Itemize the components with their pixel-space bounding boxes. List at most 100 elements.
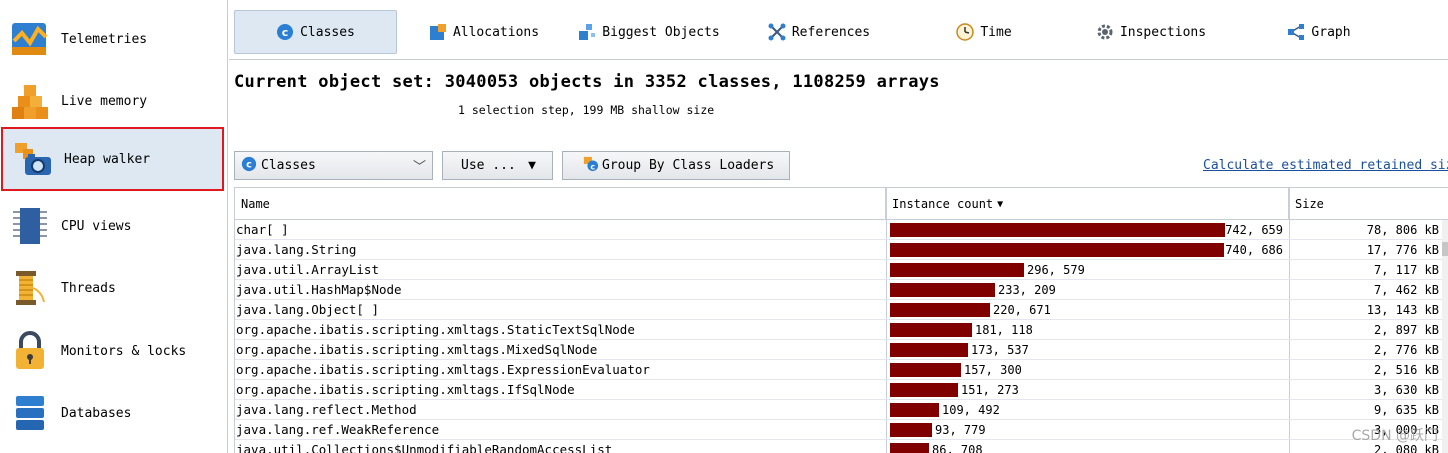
size-cell: 2, 897 kB — [1373, 323, 1439, 337]
view-select[interactable]: c Classes ﹀ — [234, 151, 433, 180]
size-cell: 7, 462 kB — [1373, 283, 1439, 297]
sidebar-item-telemetries[interactable]: Telemetries — [0, 8, 226, 70]
instance-count-cell: 233, 209 — [998, 283, 1056, 297]
instance-count-bar — [890, 423, 932, 437]
column-count-label: Instance count — [892, 197, 994, 211]
use-button-label: Use ... — [461, 158, 516, 173]
graph-icon — [1287, 23, 1305, 41]
instance-count-bar — [890, 403, 939, 417]
column-name-label: Name — [241, 197, 270, 211]
svg-text:c: c — [282, 26, 289, 39]
sidebar-item-cpu-views[interactable]: CPU views — [0, 195, 226, 257]
table-row[interactable]: org.apache.ibatis.scripting.xmltags.Expr… — [235, 360, 1448, 380]
instance-count-cell: 742, 659 — [1225, 223, 1283, 237]
instance-count-cell: 181, 118 — [975, 323, 1033, 337]
group-button-label: Group By Class Loaders — [602, 158, 775, 173]
vertical-scrollbar[interactable] — [1442, 220, 1448, 453]
sort-desc-icon: ▼ — [997, 198, 1004, 210]
class-name-cell: org.apache.ibatis.scripting.xmltags.IfSq… — [236, 382, 575, 397]
tab-classes[interactable]: c Classes — [234, 10, 397, 54]
table-row[interactable]: org.apache.ibatis.scripting.xmltags.Stat… — [235, 320, 1448, 340]
instance-count-cell: 109, 492 — [942, 403, 1000, 417]
class-name-cell: java.lang.ref.WeakReference — [236, 422, 440, 437]
live-memory-icon — [10, 81, 50, 121]
table-row[interactable]: java.util.Collections$UnmodifiableRandom… — [235, 440, 1448, 453]
column-header-instance-count[interactable]: Instance count ▼ — [886, 188, 1289, 220]
scrollbar-thumb[interactable] — [1442, 242, 1448, 256]
clock-icon — [956, 23, 975, 41]
use-button[interactable]: Use ... ▼ — [442, 151, 553, 180]
svg-text:c: c — [246, 159, 252, 170]
size-cell: 2, 516 kB — [1373, 363, 1439, 377]
column-header-size[interactable]: Size — [1289, 188, 1448, 220]
sidebar-item-label: Heap walker — [64, 151, 151, 167]
sidebar-item-label: Telemetries — [61, 31, 148, 47]
table-row[interactable]: java.lang.String 740, 686 17, 776 kB — [235, 240, 1448, 260]
table-row[interactable]: java.util.ArrayList 296, 579 7, 117 kB — [235, 260, 1448, 280]
allocations-icon — [429, 23, 447, 41]
table-row[interactable]: org.apache.ibatis.scripting.xmltags.Mixe… — [235, 340, 1448, 360]
class-name-cell: java.util.HashMap$Node — [236, 282, 402, 297]
calculate-retained-sizes-link[interactable]: Calculate estimated retained sizes — [1203, 158, 1448, 173]
sidebar-item-threads[interactable]: Threads — [0, 257, 226, 319]
table-row[interactable]: org.apache.ibatis.scripting.xmltags.IfSq… — [235, 380, 1448, 400]
table-row[interactable]: java.lang.reflect.Method 109, 492 9, 635 k… — [235, 400, 1448, 420]
main-panel: c Classes Allocations Biggest Objects Re… — [229, 0, 1448, 453]
class-name-cell: org.apache.ibatis.scripting.xmltags.Expr… — [236, 362, 650, 377]
view-tabbar: c Classes Allocations Biggest Objects Re… — [229, 0, 1448, 60]
sidebar-item-heap-walker[interactable]: Heap walker — [1, 127, 224, 191]
selection-summary: 1 selection step, 199 MB shallow size — [458, 103, 715, 117]
instance-count-cell: 93, 779 — [935, 423, 986, 437]
classes-table: Name Instance count ▼ Size char[ ] 742, 65… — [234, 187, 1448, 453]
size-cell: 7, 117 kB — [1373, 263, 1439, 277]
tab-time[interactable]: Time — [944, 10, 1024, 54]
chevron-down-icon: ﹀ — [412, 160, 426, 175]
threads-icon — [10, 268, 50, 308]
database-icon — [10, 393, 50, 433]
table-row[interactable]: java.util.HashMap$Node 233, 209 7, 462 kB — [235, 280, 1448, 300]
size-cell: 9, 635 kB — [1373, 403, 1439, 417]
table-row[interactable]: java.lang.Object[ ] 220, 671 13, 143 kB — [235, 300, 1448, 320]
sidebar-item-label: Monitors & locks — [61, 343, 187, 359]
table-row[interactable]: char[ ] 742, 659 78, 806 kB — [235, 220, 1448, 240]
lock-icon — [10, 331, 50, 371]
tab-label: Allocations — [452, 24, 540, 40]
page-title: Current object set: 3040053 objects in 3… — [234, 72, 940, 92]
size-cell: 13, 143 kB — [1366, 303, 1439, 317]
tab-label: Inspections — [1119, 24, 1207, 40]
sidebar-item-databases[interactable]: Databases — [0, 382, 226, 444]
sidebar-item-label: CPU views — [61, 218, 132, 234]
class-name-cell: char[ ] — [236, 222, 289, 237]
instance-count-bar — [890, 283, 995, 297]
sidebar-item-monitors-locks[interactable]: Monitors & locks — [0, 320, 226, 382]
size-cell: 3, 630 kB — [1373, 383, 1439, 397]
biggest-objects-icon — [578, 23, 596, 41]
instance-count-cell: 296, 579 — [1027, 263, 1085, 277]
sidebar-item-live-memory[interactable]: Live memory — [0, 70, 226, 132]
group-by-class-loaders-button[interactable]: c Group By Class Loaders — [562, 151, 790, 180]
instance-count-bar — [890, 263, 1024, 277]
instance-count-cell: 220, 671 — [993, 303, 1051, 317]
tab-allocations[interactable]: Allocations — [419, 10, 549, 54]
tab-label: Biggest Objects — [602, 24, 720, 40]
column-header-name[interactable]: Name — [235, 188, 886, 220]
instance-count-cell: 173, 537 — [971, 343, 1029, 357]
table-row[interactable]: java.lang.ref.WeakReference 93, 779 3, 000… — [235, 420, 1448, 440]
tab-references[interactable]: References — [759, 10, 879, 54]
instance-count-bar — [890, 323, 972, 337]
instance-count-cell: 151, 273 — [961, 383, 1019, 397]
tab-label: Time — [980, 24, 1012, 40]
tab-graph[interactable]: Graph — [1279, 10, 1359, 54]
view-select-value: Classes — [261, 158, 316, 173]
class-name-cell: java.lang.Object[ ] — [236, 302, 379, 317]
instance-count-cell: 86, 708 — [932, 443, 983, 453]
references-icon — [768, 23, 786, 41]
dropdown-arrow-icon: ▼ — [528, 158, 536, 173]
class-name-cell: org.apache.ibatis.scripting.xmltags.Mixe… — [236, 342, 598, 357]
svg-text:c: c — [590, 162, 595, 171]
tab-biggest-objects[interactable]: Biggest Objects — [574, 10, 724, 54]
tab-inspections[interactable]: Inspections — [1091, 10, 1211, 54]
instance-count-cell: 740, 686 — [1225, 243, 1283, 257]
gear-icon — [1096, 23, 1114, 41]
class-loader-icon: c — [583, 156, 599, 176]
